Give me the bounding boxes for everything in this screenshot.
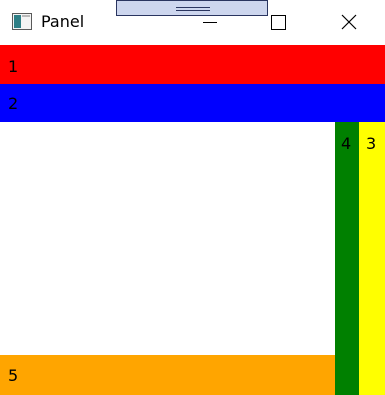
panel-4-label: 4 [341, 134, 352, 153]
panel-1-label: 1 [8, 57, 19, 76]
panel-1: 1 [0, 45, 385, 84]
maximize-icon [271, 15, 286, 30]
window-title: Panel [41, 12, 85, 31]
panel-2-label: 2 [8, 94, 19, 113]
app-window: Panel 1 2 3 4 5 [0, 0, 385, 395]
panel-5: 5 [0, 355, 335, 395]
panel-4: 4 [335, 122, 359, 395]
title-bar[interactable]: Panel [0, 0, 385, 45]
drag-handle[interactable] [116, 0, 268, 16]
panel-2: 2 [0, 84, 385, 122]
app-window-icon [12, 13, 32, 30]
close-button[interactable] [334, 7, 364, 37]
panel-3: 3 [359, 122, 385, 395]
minimize-icon [203, 22, 217, 23]
panel-5-label: 5 [8, 366, 19, 385]
minimize-button[interactable] [195, 7, 225, 37]
close-icon [341, 14, 357, 30]
maximize-button[interactable] [263, 7, 293, 37]
panel-3-label: 3 [366, 134, 377, 153]
